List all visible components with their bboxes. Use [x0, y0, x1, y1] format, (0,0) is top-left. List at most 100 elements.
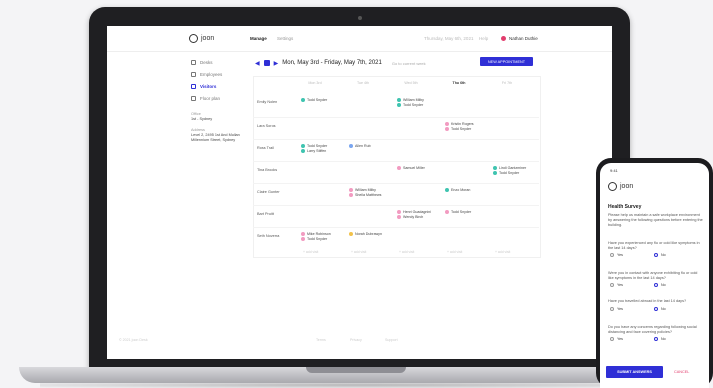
sidebar-item-desks[interactable]: Desks — [191, 60, 213, 65]
visitor-name: Todd Snyder — [307, 237, 328, 241]
visit-event[interactable]: Wendy Birch — [397, 215, 423, 219]
add-visit-link[interactable]: + add visit — [303, 250, 318, 254]
new-appointment-button[interactable]: NEW APPOINTMENT — [480, 57, 533, 66]
visitor-name: Norah Dubrawyn — [355, 232, 382, 236]
survey-question: Have you travelled abroad in the last 14… — [608, 299, 687, 303]
radio-button[interactable] — [610, 337, 614, 341]
visit-event[interactable]: Lindi Gantzminer — [493, 166, 526, 170]
office-label: Office — [191, 112, 201, 116]
radio-button[interactable] — [654, 283, 658, 287]
visit-event[interactable]: Kristin Rogers — [445, 122, 474, 126]
help-link[interactable]: Help — [479, 36, 488, 41]
radio-button[interactable] — [610, 283, 614, 287]
add-visit-link[interactable]: + add visit — [399, 250, 414, 254]
visit-event[interactable]: Enzo Moran — [445, 188, 470, 192]
prev-week-icon[interactable]: ◀ — [255, 60, 260, 67]
visit-event[interactable]: Norah Dubrawyn — [349, 232, 382, 236]
visit-event[interactable]: Todd Snyder — [493, 171, 519, 175]
row-divider — [253, 117, 539, 118]
status-dot — [445, 127, 449, 131]
visit-event[interactable]: Henri Guadagnini — [397, 210, 431, 214]
row-name: Ross Trail — [257, 146, 274, 150]
week-range: Mon, May 3rd - Friday, May 7th, 2021 — [282, 60, 382, 66]
visit-event[interactable]: William Milby — [349, 188, 376, 192]
option-label: No — [661, 253, 666, 257]
visit-event[interactable]: Allen Rub — [349, 144, 371, 148]
visit-event[interactable]: Todd Snyder — [397, 103, 423, 107]
answer-no-option[interactable]: No — [654, 253, 666, 257]
add-visit-link[interactable]: + add visit — [495, 250, 510, 254]
option-label: Yes — [617, 283, 623, 287]
answer-yes-option[interactable]: Yes — [610, 307, 623, 311]
user-menu[interactable]: Nathan Duthie — [501, 36, 538, 41]
calendar-icon[interactable] — [263, 60, 270, 66]
visitor-name: Mike Robinson — [307, 232, 331, 236]
answer-no-option[interactable]: No — [654, 283, 666, 287]
option-label: No — [661, 307, 666, 311]
option-label: Yes — [617, 253, 623, 257]
visit-event[interactable]: Todd Snyder — [301, 237, 327, 241]
radio-button[interactable] — [654, 253, 658, 257]
sidebar-item-employees[interactable]: Employees — [191, 72, 222, 77]
visit-event[interactable]: Samuel Miller — [397, 166, 425, 170]
visitor-name: Allen Rub — [355, 144, 371, 148]
desk-icon — [191, 60, 196, 65]
row-name: Claire Gunter — [257, 190, 280, 194]
sidebar-item-floor-plan[interactable]: Floor plan — [191, 96, 220, 101]
copyright: © 2021 joon Desk — [119, 338, 148, 342]
submit-answers-button[interactable]: SUBMIT ANSWERS — [606, 366, 663, 378]
survey-question: Do you have any concerns regarding follo… — [608, 325, 697, 334]
app-logo[interactable]: joon — [189, 34, 214, 43]
visitor-name: Samuel Miller — [403, 166, 425, 170]
radio-button[interactable] — [610, 307, 614, 311]
status-dot — [397, 166, 401, 170]
visit-event[interactable]: Todd Snyder — [301, 144, 327, 148]
visitor-name: William Milby — [403, 98, 424, 102]
visit-event[interactable]: Mike Robinson — [301, 232, 331, 236]
cancel-button[interactable]: CANCEL — [674, 370, 689, 374]
day-header: Thu 6th — [452, 81, 466, 85]
status-dot — [349, 188, 353, 192]
office-value: 1st - Sydney — [191, 117, 213, 121]
nav-tab-settings[interactable]: Settings — [277, 36, 293, 41]
status-dot — [397, 98, 401, 102]
option-label: No — [661, 283, 666, 287]
status-dot — [445, 188, 449, 192]
joon-logo-icon — [608, 182, 617, 191]
header-date: Thursday, May 6th, 2021 — [424, 36, 474, 41]
visitor-name: Larry Stiffen — [307, 149, 327, 153]
radio-button[interactable] — [654, 337, 658, 341]
answer-yes-option[interactable]: Yes — [610, 253, 623, 257]
status-dot — [301, 149, 305, 153]
radio-button[interactable] — [610, 253, 614, 257]
visit-event[interactable]: William Milby — [397, 98, 424, 102]
visit-event[interactable]: Sheila Matthews — [349, 193, 381, 197]
answer-yes-option[interactable]: Yes — [610, 283, 623, 287]
support-link[interactable]: Support — [385, 338, 398, 342]
row-divider — [253, 205, 539, 206]
terms-link[interactable]: Terms — [316, 338, 326, 342]
visit-event[interactable]: Todd Snyder — [301, 98, 327, 102]
radio-button[interactable] — [654, 307, 658, 311]
sidebar-item-visitors[interactable]: Visitors — [191, 84, 216, 89]
add-visit-link[interactable]: + add visit — [447, 250, 462, 254]
visit-event[interactable]: Todd Snyder — [445, 127, 471, 131]
answer-yes-option[interactable]: Yes — [610, 337, 623, 341]
visit-event[interactable]: Todd Snyder — [445, 210, 471, 214]
camera — [358, 16, 362, 20]
visitor-name: Todd Snyder — [451, 127, 472, 131]
add-visit-link[interactable]: + add visit — [351, 250, 366, 254]
day-header: Tue 4th — [356, 81, 370, 85]
answer-no-option[interactable]: No — [654, 307, 666, 311]
visit-event[interactable]: Larry Stiffen — [301, 149, 326, 153]
option-label: Yes — [617, 337, 623, 341]
row-name: Emily Nolen — [257, 100, 278, 104]
answer-no-option[interactable]: No — [654, 337, 666, 341]
row-divider — [253, 227, 539, 228]
status-dot — [445, 122, 449, 126]
next-week-icon[interactable]: ▶ — [274, 60, 279, 67]
nav-tab-manage[interactable]: Manage — [250, 36, 267, 41]
current-week-link[interactable]: Go to current week — [392, 61, 426, 66]
laptop-notch — [306, 367, 406, 373]
privacy-link[interactable]: Privacy — [350, 338, 362, 342]
